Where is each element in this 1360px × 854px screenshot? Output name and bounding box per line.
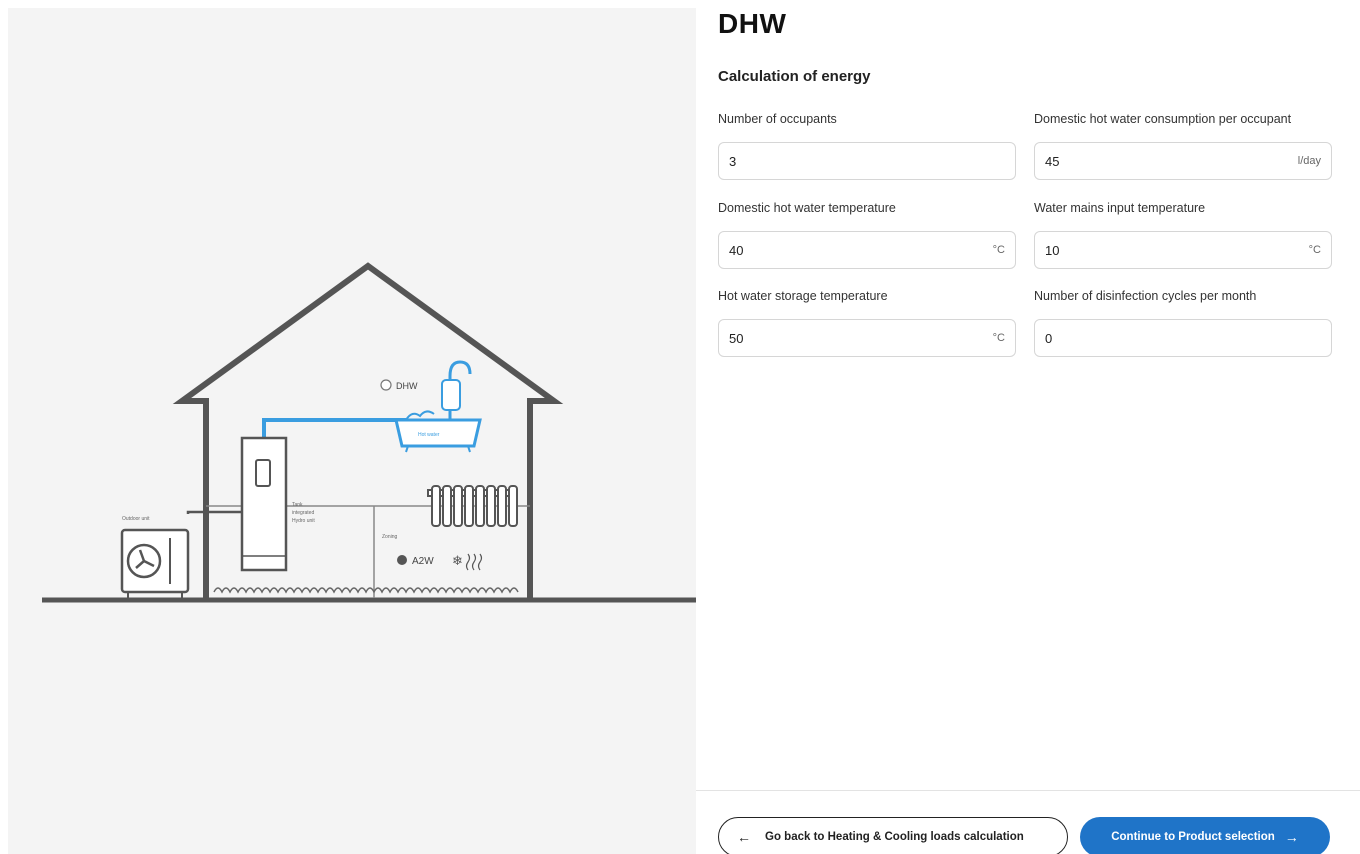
dhw-temp-label: Domestic hot water temperature: [718, 201, 896, 215]
a2w-label: A2W: [412, 556, 434, 567]
disinfection-input-box[interactable]: [1034, 319, 1332, 357]
heat-waves-icon: [465, 553, 483, 571]
continue-label: Continue to Product selection: [1111, 831, 1275, 843]
house-outline: [172, 262, 564, 598]
consumption-input[interactable]: [1045, 153, 1298, 169]
go-back-label: Go back to Heating & Cooling loads calcu…: [765, 831, 1024, 843]
underfloor-heating-icon: [213, 587, 519, 594]
occupants-field: Number of occupants: [718, 112, 1016, 180]
storage-temp-unit: °C: [992, 332, 1005, 344]
go-back-button[interactable]: ← Go back to Heating & Cooling loads cal…: [718, 817, 1068, 854]
zoning-label: Zoning: [382, 534, 398, 540]
disinfection-label: Number of disinfection cycles per month: [1034, 289, 1257, 303]
section-title: Calculation of energy: [718, 68, 871, 85]
consumption-label: Domestic hot water consumption per occup…: [1034, 112, 1292, 126]
mains-temp-field: Water mains input temperature °C: [1034, 201, 1332, 269]
mains-temp-input[interactable]: [1045, 242, 1309, 258]
occupants-input-box[interactable]: [718, 142, 1016, 180]
mains-temp-label: Water mains input temperature: [1034, 201, 1206, 215]
disinfection-input[interactable]: [1045, 330, 1321, 346]
dhw-label: DHW: [396, 381, 418, 391]
storage-temp-input[interactable]: [729, 330, 993, 346]
hydro-unit-label-1: Tank: [292, 502, 303, 508]
dhw-temp-input-box[interactable]: °C: [718, 231, 1016, 269]
dhw-circle-icon: [380, 379, 392, 391]
storage-temp-input-box[interactable]: °C: [718, 319, 1016, 357]
occupants-label: Number of occupants: [718, 112, 837, 126]
bathtub-label: Hot water: [418, 432, 440, 438]
house-diagram: Tank integrated Hydro unit Hot water DHW…: [42, 262, 696, 603]
shower-head-icon: [441, 379, 461, 411]
outdoor-pipe: [186, 510, 242, 514]
dhw-form-panel: DHW Calculation of energy Number of occu…: [696, 0, 1360, 854]
storage-temp-label: Hot water storage temperature: [718, 289, 888, 303]
snowflake-icon: ❄: [452, 554, 463, 569]
continue-button[interactable]: Continue to Product selection →: [1080, 817, 1330, 854]
arrow-left-icon: ←: [737, 829, 751, 845]
disinfection-field: Number of disinfection cycles per month: [1034, 289, 1332, 357]
outdoor-unit-icon: [120, 528, 190, 598]
consumption-field: Domestic hot water consumption per occup…: [1034, 112, 1332, 180]
house-illustration-panel: Tank integrated Hydro unit Hot water DHW…: [8, 8, 696, 854]
fan-icon: [397, 555, 407, 565]
hydro-unit-display: [255, 459, 271, 487]
hydro-unit-label-2: integrated: [292, 510, 314, 516]
consumption-input-box[interactable]: l/day: [1034, 142, 1332, 180]
page-title: DHW: [718, 8, 787, 39]
dhw-temp-unit: °C: [992, 244, 1005, 256]
occupants-input[interactable]: [729, 153, 1005, 169]
mains-temp-unit: °C: [1308, 244, 1321, 256]
outdoor-unit-label: Outdoor unit: [122, 516, 150, 522]
hydro-unit-icon: [240, 436, 288, 572]
storage-temp-field: Hot water storage temperature °C: [718, 289, 1016, 357]
dhw-temp-field: Domestic hot water temperature °C: [718, 201, 1016, 269]
mains-temp-input-box[interactable]: °C: [1034, 231, 1332, 269]
dhw-temp-input[interactable]: [729, 242, 993, 258]
consumption-unit: l/day: [1297, 155, 1321, 167]
hydro-unit-label-3: Hydro unit: [292, 518, 315, 524]
footer-bar: ← Go back to Heating & Cooling loads cal…: [696, 790, 1360, 854]
arrow-right-icon: →: [1284, 829, 1299, 845]
